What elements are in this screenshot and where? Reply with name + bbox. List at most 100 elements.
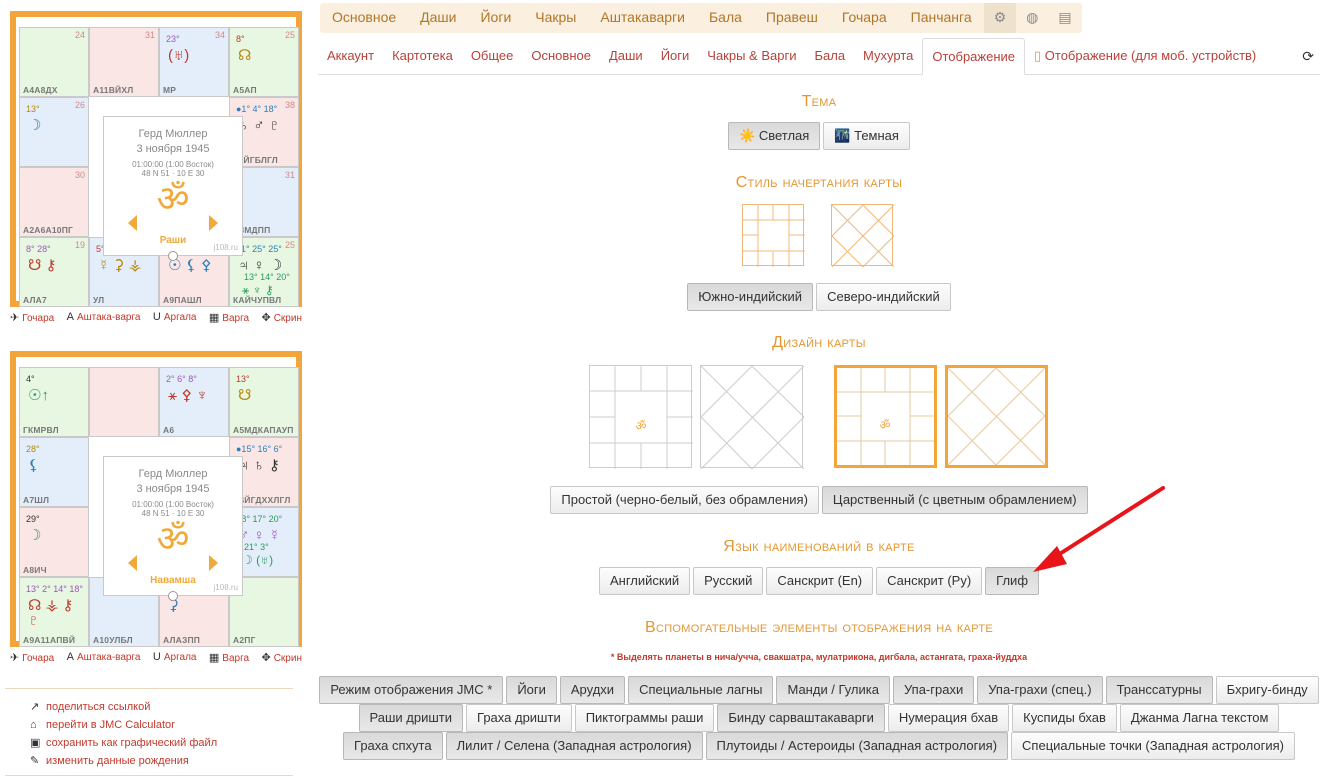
north-indian-button[interactable]: Северо-индийский	[816, 283, 951, 311]
aux-toggle-button[interactable]: Упа-грахи	[892, 676, 975, 704]
aux-toggle-button[interactable]: Режим отображения JMC *	[319, 676, 504, 704]
next-arrow-icon[interactable]	[209, 555, 218, 571]
planet-glyph: ☊ ⚶ ⚷ ♇	[28, 597, 74, 629]
action-link[interactable]: ✎ изменить данные рождения	[30, 752, 217, 770]
chart-tool-link[interactable]: ✥ Скрин	[261, 311, 302, 324]
chart-tool-link[interactable]: ▦ Варга	[209, 311, 249, 324]
top-nav-item[interactable]: Аштакаварги	[588, 3, 697, 33]
theme-dark-button[interactable]: 🌃 Темная	[823, 122, 910, 150]
aux-toggle-button[interactable]: Нумерация бхав	[887, 704, 1010, 732]
globe-icon[interactable]: ◍	[1016, 3, 1048, 33]
house-cell[interactable]: 30 А2А6А10ПГ	[19, 167, 89, 237]
settings-tab[interactable]: Общее	[462, 38, 523, 74]
house-number: 31	[284, 170, 295, 180]
top-nav-item[interactable]: Панчанга	[899, 3, 984, 33]
prev-arrow-icon[interactable]	[128, 215, 137, 231]
lang-russian-button[interactable]: Русский	[693, 567, 764, 595]
top-nav-item[interactable]: Гочара	[830, 3, 899, 33]
top-nav-item[interactable]: Даши	[408, 3, 468, 33]
house-cell[interactable]: 28° ⚸ А7ШЛ	[19, 437, 89, 507]
royal-north-preview[interactable]	[945, 365, 1048, 468]
settings-tab[interactable]: Даши	[600, 38, 652, 74]
top-nav-item[interactable]: Основное	[320, 3, 408, 33]
house-cell[interactable]: 19 8° 28° ☋ ⚷ АЛА7	[19, 237, 89, 307]
chart-tool-link[interactable]: A Аштака-варга	[67, 651, 141, 664]
aux-toggle-button[interactable]: Куспиды бхав	[1012, 704, 1117, 732]
aux-toggle-button[interactable]: Граха дришти	[466, 704, 572, 732]
top-nav-item[interactable]: Правеш	[754, 3, 830, 33]
chart-tool-link[interactable]: A Аштака-варга	[67, 311, 141, 324]
settings-tab[interactable]: Основное	[522, 38, 600, 74]
chart-tool-link[interactable]: ✈ Гочара	[10, 311, 54, 324]
rasi-chart[interactable]: 24 А4А8ДХ 31 А11ВЙХЛ 34 23° (♅) МР 25 8° ☊ А5АП 26 13…	[5, 8, 302, 313]
aux-toggle-button[interactable]: Джанма Лагна текстом	[1119, 704, 1280, 732]
navamsa-chart[interactable]: 4° ☉↑ ГКМРВЛ 2° 6° 8° ⚹ ⚴ ♆ А6 13° ☋ А5МДКАПАУП 2…	[5, 348, 302, 653]
south-indian-icon[interactable]	[742, 204, 805, 267]
aux-toggle-button[interactable]: Специальные лагны	[628, 676, 774, 704]
aux-toggle-button[interactable]: Манди / Гулика	[776, 676, 890, 704]
aux-toggle-button[interactable]: Транссатурны	[1105, 676, 1213, 704]
top-nav-item[interactable]: Йоги	[468, 3, 523, 33]
settings-tab[interactable]: Аккаунт	[318, 38, 383, 74]
settings-tab[interactable]: Йоги	[652, 38, 699, 74]
settings-tab[interactable]: ▯ Отображение (для моб. устройств)	[1025, 38, 1265, 74]
settings-tab[interactable]: Картотека	[383, 38, 462, 74]
aux-toggle-button[interactable]: Пиктограммы раши	[574, 704, 715, 732]
house-cell[interactable]: 13° ☋ А5МДКАПАУП	[229, 367, 299, 437]
action-link[interactable]: ▣ сохранить как графический файл	[30, 734, 217, 752]
planet-glyph: ☋	[238, 387, 252, 404]
action-link[interactable]: ↗ поделиться ссылкой	[30, 698, 217, 716]
book-icon[interactable]: ▤	[1048, 3, 1081, 33]
plain-design-button[interactable]: Простой (черно-белый, без обрамления)	[550, 486, 819, 514]
next-arrow-icon[interactable]	[209, 215, 218, 231]
house-cell[interactable]: 31 А11ВЙХЛ	[89, 27, 159, 97]
chart-tool-link[interactable]: U Аргала	[153, 311, 197, 324]
aux-toggle-button[interactable]: Специальные точки (Западная астрология)	[1011, 732, 1295, 760]
prev-arrow-icon[interactable]	[128, 555, 137, 571]
clock-icon[interactable]	[168, 591, 178, 601]
chart-tool-link[interactable]: U Аргала	[153, 651, 197, 664]
chart-tool-link[interactable]: ▦ Варга	[209, 651, 249, 664]
lang-sanskrit-en-button[interactable]: Санскрит (En)	[766, 567, 874, 595]
aux-toggle-button[interactable]: Лилит / Селена (Западная астрология)	[445, 732, 703, 760]
chart-tool-link[interactable]: ✈ Гочара	[10, 651, 54, 664]
clock-icon[interactable]	[168, 251, 178, 261]
chart-tool-link[interactable]: ✥ Скрин	[261, 651, 302, 664]
theme-light-button[interactable]: ☀️ Светлая	[728, 122, 821, 150]
settings-tab[interactable]: Чакры & Варги	[698, 38, 805, 74]
aux-toggle-button[interactable]: Бинду сарваштакаварги	[717, 704, 885, 732]
settings-tab[interactable]: Мухурта	[854, 38, 922, 74]
top-nav-item[interactable]: Чакры	[523, 3, 588, 33]
house-label: А10УЛБЛ	[93, 635, 133, 645]
house-cell[interactable]: 2° 6° 8° ⚹ ⚴ ♆ А6	[159, 367, 229, 437]
plain-north-preview[interactable]	[700, 365, 805, 470]
aux-toggle-button[interactable]: Бхригу-бинду	[1215, 676, 1319, 704]
house-cell[interactable]	[89, 367, 159, 437]
aux-toggle-button[interactable]: Раши дришти	[358, 704, 464, 732]
lang-english-button[interactable]: Английский	[598, 567, 691, 595]
royal-south-preview[interactable]: ॐ	[834, 365, 937, 468]
house-cell[interactable]: 29° ☽ А8ИЧ	[19, 507, 89, 577]
aux-toggle-button[interactable]: Йоги	[506, 676, 557, 704]
aux-toggle-button[interactable]: Арудхи	[559, 676, 626, 704]
house-cell[interactable]: 4° ☉↑ ГКМРВЛ	[19, 367, 89, 437]
house-cell[interactable]: 13° 2° 14° 18° ☊ ⚶ ⚷ ♇ А9А11АПВЙ	[19, 577, 89, 647]
lang-sanskrit-ru-button[interactable]: Санскрит (Ру)	[876, 567, 983, 595]
gear-icon[interactable]: ⚙	[983, 3, 1017, 33]
settings-tab[interactable]: Отображение	[922, 38, 1026, 75]
plain-south-preview[interactable]: ॐ	[589, 365, 693, 469]
top-nav-item[interactable]: Бала	[697, 3, 754, 33]
south-indian-button[interactable]: Южно-индийский	[687, 283, 814, 311]
house-cell[interactable]: 24 А4А8ДХ	[19, 27, 89, 97]
aux-toggle-button[interactable]: Плутоиды / Астероиды (Западная астрологи…	[705, 732, 1009, 760]
action-link[interactable]: ⌂ перейти в JMC Calculator	[30, 716, 217, 734]
house-cell[interactable]: 34 23° (♅) МР	[159, 27, 229, 97]
aux-toggle-button[interactable]: Упа-грахи (спец.)	[977, 676, 1103, 704]
aux-toggle-button[interactable]: Граха спхута	[343, 732, 443, 760]
north-indian-icon[interactable]	[831, 204, 895, 268]
settings-tab[interactable]: Бала	[805, 38, 854, 74]
house-cell[interactable]: 26 13° ☽	[19, 97, 89, 167]
refresh-icon[interactable]: ⟳	[1302, 48, 1314, 65]
planet-degree: ●1° 4° 18°	[236, 104, 278, 114]
house-cell[interactable]: 25 8° ☊ А5АП	[229, 27, 299, 97]
